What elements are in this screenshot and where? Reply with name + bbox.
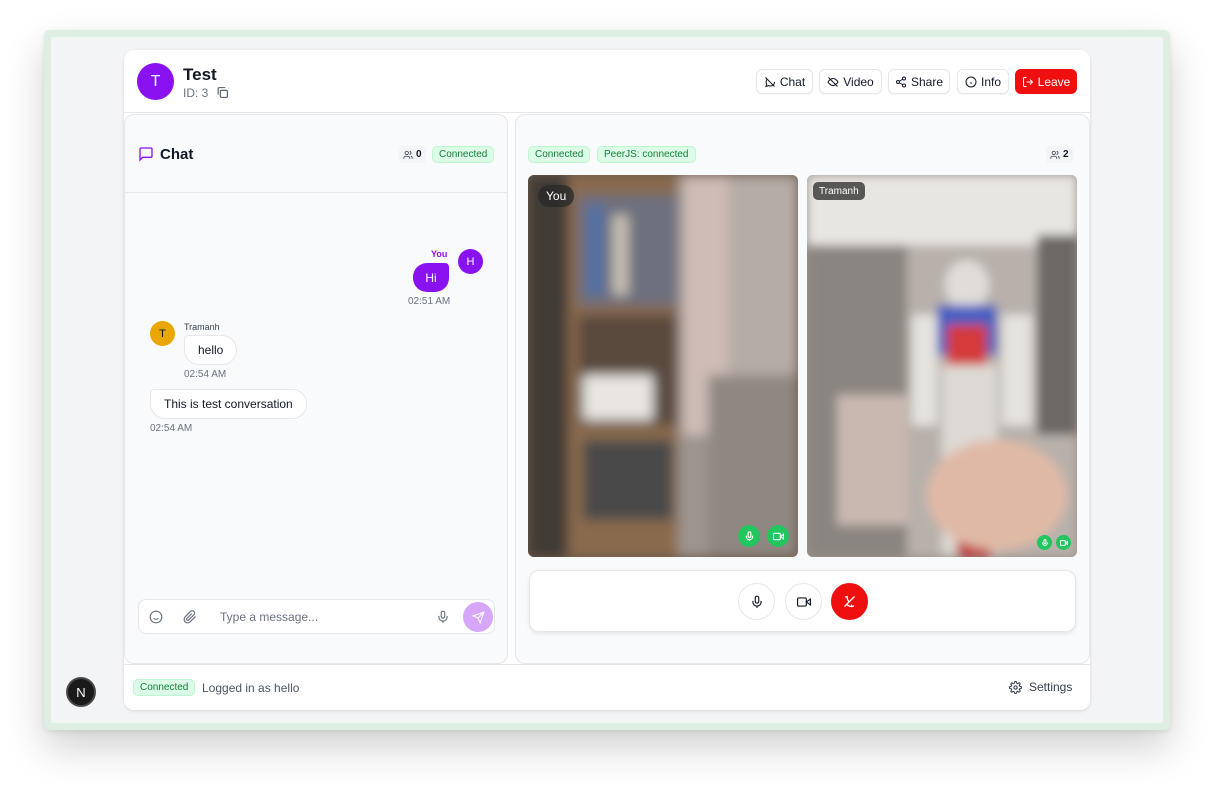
camera-button[interactable] — [785, 583, 822, 620]
local-mic-status — [738, 525, 760, 547]
share-label: Share — [910, 74, 944, 89]
chat-title: Chat — [160, 146, 194, 163]
toggle-video-label: Video — [843, 74, 874, 89]
message-bubble: hello — [184, 335, 238, 365]
mute-button[interactable] — [738, 583, 775, 620]
video-participant-count: 2 — [1046, 146, 1073, 163]
phone-off-icon — [844, 595, 855, 608]
leave-label: Leave — [1037, 74, 1071, 89]
message-time: 02:51 AM — [408, 296, 451, 307]
info-label: Info — [980, 74, 1001, 89]
video-panel: Connected PeerJS: connected 2 You Traman… — [515, 114, 1090, 664]
message-square-icon — [139, 147, 153, 162]
paperclip-icon[interactable] — [183, 610, 197, 624]
message-bubble-own: Hi — [413, 263, 449, 292]
settings-label: Settings — [1029, 680, 1073, 694]
leave-icon — [1022, 76, 1033, 87]
message-composer — [138, 599, 495, 634]
remote-mic-status — [1037, 535, 1052, 550]
settings-button[interactable]: Settings — [1009, 680, 1072, 694]
message-input[interactable] — [208, 602, 428, 632]
smile-icon[interactable] — [149, 610, 163, 624]
leave-button[interactable]: Leave — [1015, 69, 1077, 94]
chat-count-value: 0 — [416, 149, 422, 160]
room-id: ID: 3 — [183, 86, 209, 100]
video-camera-icon — [796, 596, 811, 607]
local-camera-status — [767, 525, 789, 547]
send-icon — [471, 610, 485, 624]
video-label: You — [538, 185, 575, 207]
chat-participant-count: 0 — [399, 146, 426, 163]
mic-icon — [745, 530, 753, 541]
mic-icon[interactable] — [436, 610, 450, 624]
copy-icon[interactable] — [216, 86, 229, 99]
message-time: 02:54 AM — [150, 423, 193, 434]
chat-off-icon — [764, 76, 775, 87]
call-controls — [529, 570, 1076, 632]
avatar: H — [458, 249, 483, 274]
app-container: T Test ID: 3 Chat Video Share Info Leave… — [124, 50, 1090, 710]
video-camera-icon — [1059, 539, 1068, 546]
video-off-icon — [827, 76, 839, 87]
toggle-chat-button[interactable]: Chat — [756, 69, 813, 94]
room-title: Test — [183, 65, 217, 84]
dev-indicator-button[interactable]: N — [66, 677, 96, 707]
connection-status-badge: Connected — [133, 679, 196, 696]
chat-status-badge: Connected — [432, 146, 495, 163]
info-button[interactable]: Info — [957, 69, 1009, 94]
toggle-chat-label: Chat — [779, 74, 806, 89]
gear-icon — [1009, 680, 1022, 694]
chat-header: Chat 0 Connected — [125, 115, 507, 193]
message-sender: You — [431, 249, 448, 259]
room-avatar: T — [137, 63, 174, 100]
share-button[interactable]: Share — [888, 69, 950, 94]
local-video-tile: You — [528, 175, 798, 557]
mic-icon — [1041, 538, 1048, 546]
avatar: T — [150, 321, 175, 346]
message-bubble: This is test conversation — [150, 389, 307, 419]
remote-camera-status — [1056, 535, 1071, 550]
share-icon — [895, 76, 906, 87]
video-label: Tramanh — [813, 182, 865, 200]
video-status-badge: Connected — [528, 146, 591, 163]
users-icon — [403, 150, 413, 159]
remote-video-tile: Tramanh — [807, 175, 1077, 557]
send-button[interactable] — [463, 602, 493, 632]
peer-status-badge: PeerJS: connected — [597, 146, 696, 163]
end-call-button[interactable] — [831, 583, 868, 620]
message-time: 02:54 AM — [184, 369, 227, 380]
info-icon — [965, 76, 977, 87]
logged-in-text: Logged in as hello — [202, 681, 300, 695]
users-icon — [1050, 150, 1060, 159]
local-video-feed — [528, 175, 798, 557]
status-footer: Connected Logged in as hello Settings — [124, 664, 1090, 710]
message-sender: Tramanh — [184, 322, 220, 332]
toggle-video-button[interactable]: Video — [819, 69, 882, 94]
chat-panel: Chat 0 Connected You H Hi 02:51 AM T Tra… — [124, 114, 508, 664]
video-count-value: 2 — [1063, 149, 1069, 160]
room-header: T Test ID: 3 Chat Video Share Info Leave — [124, 50, 1090, 113]
video-camera-icon — [772, 532, 784, 540]
mic-icon — [751, 595, 762, 608]
remote-video-feed — [807, 175, 1077, 557]
